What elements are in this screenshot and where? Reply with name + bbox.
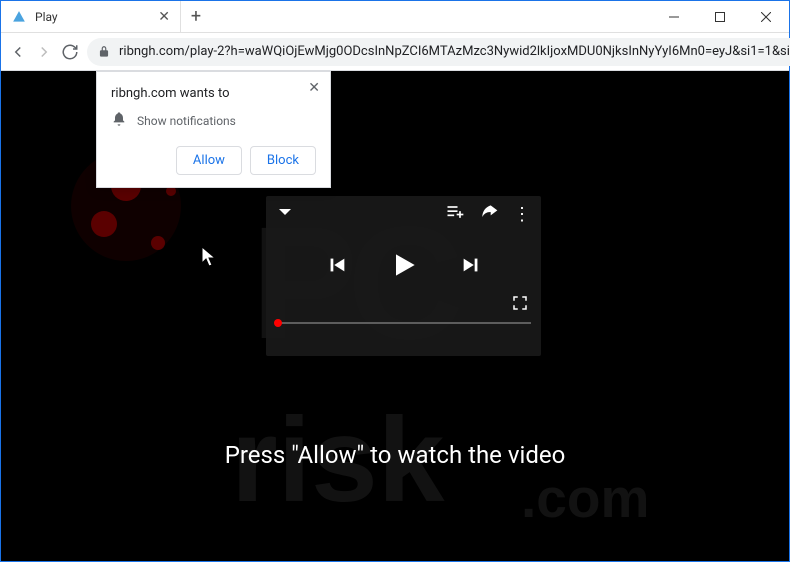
- address-bar[interactable]: ribngh.com/play-2?h=waWQiOjEwMjg0ODcsInN…: [87, 38, 790, 66]
- instruction-caption: Press "Allow" to watch the video: [1, 441, 789, 469]
- mouse-cursor-icon: [201, 246, 219, 272]
- chevron-down-icon[interactable]: [276, 203, 294, 225]
- watermark-text: .com: [521, 466, 649, 530]
- play-icon[interactable]: [388, 249, 420, 285]
- share-icon[interactable]: [479, 202, 499, 226]
- popup-actions: Allow Block: [111, 146, 316, 175]
- next-track-icon[interactable]: [460, 254, 482, 280]
- player-bottom: [266, 302, 541, 342]
- watermark-dot: [151, 236, 165, 250]
- tab-favicon-icon: [11, 9, 27, 25]
- allow-button[interactable]: Allow: [176, 146, 242, 175]
- tab-title: Play: [35, 10, 150, 24]
- tab-close-icon[interactable]: ✕: [158, 9, 170, 25]
- progress-handle[interactable]: [274, 319, 282, 327]
- video-player: ⋮: [266, 196, 541, 356]
- popup-body: Show notifications: [137, 114, 236, 128]
- popup-close-icon[interactable]: ✕: [308, 80, 320, 96]
- browser-window: Play ✕ + ri: [0, 0, 790, 562]
- player-controls: [266, 232, 541, 302]
- browser-tab[interactable]: Play ✕: [1, 1, 181, 32]
- popup-permission-row: Show notifications: [111, 111, 316, 130]
- player-top-bar: ⋮: [266, 196, 541, 232]
- forward-button[interactable]: [35, 38, 53, 66]
- minimize-button[interactable]: [651, 1, 697, 32]
- block-button[interactable]: Block: [250, 146, 316, 175]
- progress-bar[interactable]: [276, 322, 531, 324]
- new-tab-button[interactable]: +: [181, 1, 211, 32]
- back-button[interactable]: [9, 38, 27, 66]
- playlist-add-icon[interactable]: [445, 202, 465, 226]
- reload-button[interactable]: [61, 38, 79, 66]
- maximize-button[interactable]: [697, 1, 743, 32]
- notification-permission-popup: ✕ ribngh.com wants to Show notifications…: [96, 71, 331, 188]
- titlebar: Play ✕ +: [1, 1, 789, 33]
- fullscreen-icon[interactable]: [511, 294, 529, 316]
- more-icon[interactable]: ⋮: [513, 204, 531, 225]
- popup-title: ribngh.com wants to: [111, 86, 316, 101]
- lock-icon: [97, 45, 111, 59]
- browser-toolbar: ribngh.com/play-2?h=waWQiOjEwMjg0ODcsInN…: [1, 33, 789, 71]
- previous-track-icon[interactable]: [326, 254, 348, 280]
- page-content: PC risk .com ⋮: [1, 71, 789, 561]
- watermark-dot: [91, 211, 117, 237]
- bell-icon: [111, 111, 127, 130]
- close-window-button[interactable]: [743, 1, 789, 32]
- url-text: ribngh.com/play-2?h=waWQiOjEwMjg0ODcsInN…: [119, 44, 790, 59]
- window-controls: [651, 1, 789, 32]
